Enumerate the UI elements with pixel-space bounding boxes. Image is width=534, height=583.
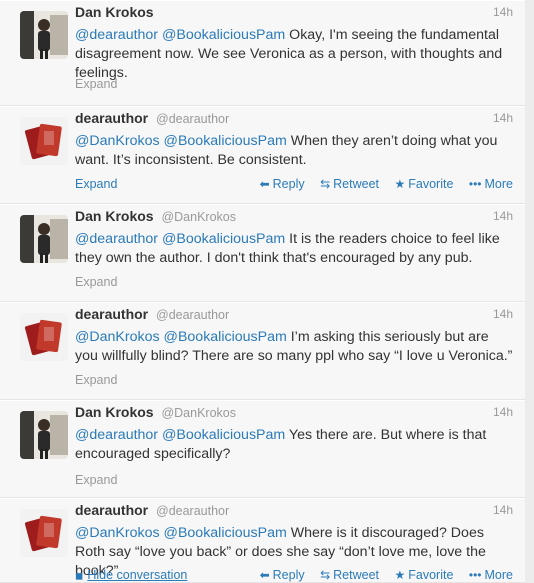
retweet-icon: ⇆ — [320, 568, 331, 582]
reply-button[interactable]: ⬅ Reply — [260, 568, 305, 582]
retweet-button[interactable]: ⇆ Retweet — [320, 177, 379, 191]
favorite-label: Favorite — [408, 568, 454, 582]
tweet-fullname[interactable]: dearauthor — [75, 110, 148, 126]
reply-label: Reply — [272, 177, 305, 191]
tweet-text: @dearauthor @BookaliciousPam It is the r… — [75, 230, 515, 268]
tweet-text: @DanKrokos @BookaliciousPam I’m asking t… — [75, 328, 515, 366]
avatar[interactable] — [20, 117, 68, 165]
tweet-timestamp[interactable]: 14h — [493, 5, 513, 19]
expand-link[interactable]: Expand — [75, 373, 117, 387]
star-icon: ★ — [394, 177, 406, 191]
more-button[interactable]: ••• More — [469, 177, 513, 191]
tweet-text: @dearauthor @BookaliciousPam Yes there a… — [75, 426, 515, 464]
hide-conversation-link[interactable]: ◼ Hide conversation — [75, 568, 187, 582]
conversation-icon: ◼ — [75, 571, 84, 582]
retweet-label: Retweet — [333, 177, 380, 191]
avatar[interactable] — [20, 215, 68, 263]
tweet-timestamp[interactable]: 14h — [493, 111, 513, 125]
more-button[interactable]: ••• More — [469, 568, 513, 582]
more-label: More — [484, 177, 513, 191]
mention-link[interactable]: @BookaliciousPam — [164, 133, 287, 149]
tweet-item[interactable]: dearauthor @dearauthor 14h @DanKrokos @B… — [0, 498, 525, 583]
tweet-username[interactable]: @dearauthor — [156, 504, 229, 518]
dots-icon: ••• — [468, 177, 482, 191]
tweet-item[interactable]: dearauthor @dearauthor 14h @DanKrokos @B… — [0, 302, 525, 400]
expand-link[interactable]: Expand — [75, 177, 117, 191]
retweet-label: Retweet — [333, 568, 380, 582]
mention-link[interactable]: @DanKrokos — [75, 329, 160, 345]
avatar[interactable] — [20, 411, 68, 459]
tweet-timestamp[interactable]: 14h — [493, 307, 513, 321]
tweet-timestamp[interactable]: 14h — [493, 209, 513, 223]
tweet-username[interactable]: @dearauthor — [156, 308, 229, 322]
mention-link[interactable]: @BookaliciousPam — [164, 525, 287, 541]
scrollbar[interactable] — [525, 0, 534, 583]
retweet-button[interactable]: ⇆ Retweet — [320, 568, 379, 582]
hide-conversation-label: Hide conversation — [87, 568, 188, 582]
tweet-item[interactable]: Dan Krokos @DanKrokos 14h @dearauthor @B… — [0, 400, 525, 498]
favorite-button[interactable]: ★ Favorite — [395, 177, 454, 191]
reply-label: Reply — [272, 568, 305, 582]
tweet-item[interactable]: Dan Krokos @DanKrokos 14h @dearauthor @B… — [0, 204, 525, 302]
mention-link[interactable]: @dearauthor — [75, 427, 158, 443]
expand-link[interactable]: Expand — [75, 77, 117, 91]
avatar[interactable] — [20, 509, 68, 557]
tweet-item[interactable]: dearauthor @dearauthor 14h @DanKrokos @B… — [0, 106, 525, 204]
mention-link[interactable]: @dearauthor — [75, 27, 158, 43]
tweet-fullname[interactable]: Dan Krokos — [75, 208, 154, 224]
mention-link[interactable]: @DanKrokos — [75, 133, 160, 149]
tweet-actions: ⬅ Reply ⇆ Retweet ★ Favorite ••• More — [248, 177, 513, 191]
reply-arrow-icon: ⬅ — [259, 568, 270, 582]
mention-link[interactable]: @DanKrokos — [75, 525, 160, 541]
tweet-fullname[interactable]: Dan Krokos — [75, 404, 154, 420]
tweet-username[interactable]: @dearauthor — [156, 112, 229, 126]
reply-arrow-icon: ⬅ — [259, 177, 270, 191]
tweet-actions: ⬅ Reply ⇆ Retweet ★ Favorite ••• More — [248, 568, 513, 582]
favorite-button[interactable]: ★ Favorite — [395, 568, 454, 582]
mention-link[interactable]: @BookaliciousPam — [162, 427, 285, 443]
tweet-item[interactable]: Dan Krokos 14h @dearauthor @Bookalicious… — [0, 0, 525, 106]
favorite-label: Favorite — [408, 177, 454, 191]
star-icon: ★ — [394, 568, 406, 582]
dots-icon: ••• — [468, 568, 482, 582]
tweet-text: @DanKrokos @BookaliciousPam When they ar… — [75, 132, 515, 170]
retweet-icon: ⇆ — [320, 177, 331, 191]
mention-link[interactable]: @BookaliciousPam — [162, 27, 285, 43]
tweet-username[interactable]: @DanKrokos — [161, 406, 236, 420]
reply-button[interactable]: ⬅ Reply — [260, 177, 305, 191]
tweet-timestamp[interactable]: 14h — [493, 503, 513, 517]
tweet-fullname[interactable]: dearauthor — [75, 306, 148, 322]
tweet-username[interactable]: @DanKrokos — [161, 210, 236, 224]
tweet-timestamp[interactable]: 14h — [493, 405, 513, 419]
tweet-text: @dearauthor @BookaliciousPam Okay, I'm s… — [75, 26, 515, 83]
tweet-fullname[interactable]: Dan Krokos — [75, 4, 154, 20]
expand-link[interactable]: Expand — [75, 473, 117, 487]
more-label: More — [484, 568, 513, 582]
mention-link[interactable]: @dearauthor — [75, 231, 158, 247]
tweet-fullname[interactable]: dearauthor — [75, 502, 148, 518]
expand-link[interactable]: Expand — [75, 275, 117, 289]
avatar[interactable] — [20, 313, 68, 361]
avatar[interactable] — [20, 11, 68, 59]
mention-link[interactable]: @BookaliciousPam — [164, 329, 287, 345]
mention-link[interactable]: @BookaliciousPam — [162, 231, 285, 247]
